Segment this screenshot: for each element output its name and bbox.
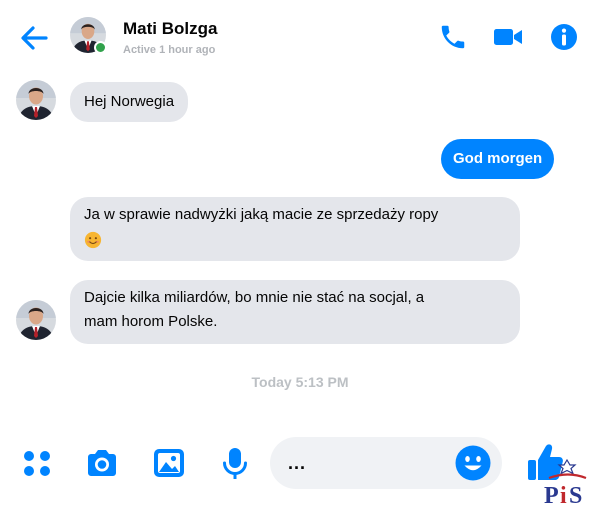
active-status: Active 1 hour ago (123, 44, 216, 56)
sender-avatar[interactable] (16, 80, 56, 120)
outgoing-message[interactable]: God morgen (441, 139, 555, 179)
pis-watermark-logo: P i S (540, 458, 598, 509)
message-text: God morgen (453, 150, 543, 167)
message-input-text[interactable]: ... (288, 453, 306, 474)
more-actions-button[interactable] (20, 445, 56, 481)
apps-grid-icon (24, 451, 50, 476)
incoming-message[interactable]: Ja w sprawie nadwyżki jaką macie ze sprz… (70, 197, 520, 261)
back-arrow-icon (21, 26, 48, 50)
emoji-button[interactable] (454, 444, 492, 482)
info-icon (551, 24, 577, 50)
message-text-line: mam horom Polske. (84, 313, 218, 330)
message-text: Hej Norwegia (84, 93, 175, 110)
incoming-message[interactable]: Hej Norwegia (70, 82, 189, 122)
gallery-button[interactable] (151, 445, 187, 481)
online-indicator (94, 41, 107, 54)
message-timestamp: Today 5:13 PM (251, 374, 349, 390)
smiley-icon (455, 445, 491, 481)
video-camera-icon (494, 29, 522, 45)
phone-icon (441, 25, 465, 49)
camera-icon (88, 450, 116, 476)
microphone-icon (223, 448, 247, 479)
call-button[interactable] (438, 22, 468, 52)
svg-text:S: S (569, 483, 582, 506)
image-icon (154, 449, 184, 477)
contact-name: Mati Bolzga (123, 19, 218, 38)
smiling-emoji-icon (84, 231, 102, 249)
conversation-info-button[interactable] (549, 22, 579, 52)
message-text-line: Dajcie kilka miliardów, bo mnie nie stać… (84, 289, 425, 306)
camera-button[interactable] (84, 445, 120, 481)
incoming-message[interactable]: Dajcie kilka miliardów, bo mnie nie stać… (70, 280, 520, 344)
svg-text:P: P (544, 483, 559, 506)
video-call-button[interactable] (492, 22, 522, 52)
svg-text:i: i (560, 483, 567, 506)
voice-message-button[interactable] (217, 445, 253, 481)
message-text: Ja w sprawie nadwyżki jaką macie ze sprz… (84, 206, 439, 223)
back-button[interactable] (18, 22, 50, 54)
sender-avatar[interactable] (16, 300, 56, 340)
